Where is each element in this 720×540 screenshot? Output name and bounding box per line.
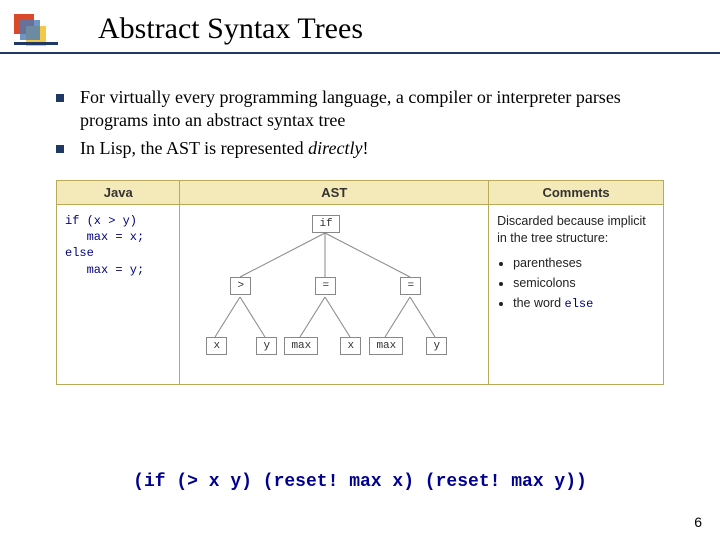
title-underline <box>0 52 720 54</box>
bullet-text: In Lisp, the AST is represented directly… <box>80 137 368 160</box>
list-item: In Lisp, the AST is represented directly… <box>56 137 680 160</box>
ast-node-max: max <box>369 337 403 355</box>
col-header-java: Java <box>57 181 180 205</box>
ast-figure: Java AST Comments if (x > y) max = x; el… <box>56 180 664 385</box>
ast-node-y: y <box>426 337 447 355</box>
ast-node-x: x <box>206 337 227 355</box>
col-header-comments: Comments <box>489 181 664 205</box>
comments-text: Discarded because implicit in the tree s… <box>497 213 655 312</box>
list-item: For virtually every programming language… <box>56 86 680 133</box>
bullet-list: For virtually every programming language… <box>56 86 680 164</box>
ast-node-x: x <box>340 337 361 355</box>
list-item: the word else <box>513 295 655 312</box>
ast-tree-cell: if > = = x y max x max y <box>180 205 489 385</box>
ast-node-eq: = <box>400 277 421 295</box>
ast-node-gt: > <box>230 277 251 295</box>
lisp-expression: (if (> x y) (reset! max x) (reset! max y… <box>0 472 720 492</box>
list-item: parentheses <box>513 255 655 272</box>
comments-cell: Discarded because implicit in the tree s… <box>489 205 664 385</box>
ast-node-eq: = <box>315 277 336 295</box>
bullet-text: For virtually every programming language… <box>80 86 680 133</box>
slide-title: Abstract Syntax Trees <box>98 12 700 46</box>
square-bullet-icon <box>56 145 64 153</box>
table-row: if (x > y) max = x; else max = y; <box>57 205 664 385</box>
square-bullet-icon <box>56 94 64 102</box>
java-code: if (x > y) max = x; else max = y; <box>65 213 171 278</box>
ast-table: Java AST Comments if (x > y) max = x; el… <box>56 180 664 385</box>
list-item: semicolons <box>513 275 655 292</box>
java-code-cell: if (x > y) max = x; else max = y; <box>57 205 180 385</box>
col-header-ast: AST <box>180 181 489 205</box>
page-number: 6 <box>694 514 702 530</box>
ast-node-if: if <box>312 215 339 233</box>
ast-node-y: y <box>256 337 277 355</box>
ast-node-max: max <box>284 337 318 355</box>
